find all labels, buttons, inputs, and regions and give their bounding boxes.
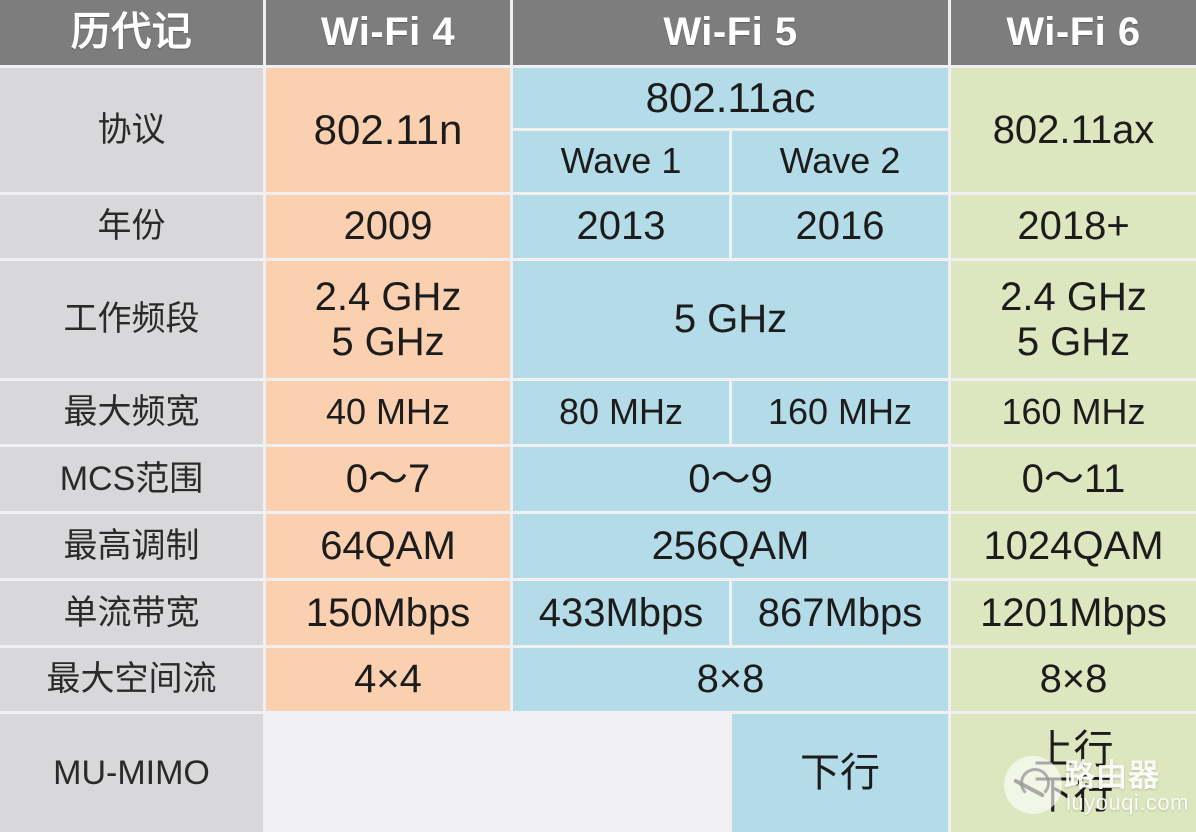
cell-max-modulation-wifi5: 256QAM	[513, 514, 948, 578]
cell-frequency-band-wifi4: 2.4 GHz 5 GHz	[266, 261, 510, 378]
row-label-frequency-band: 工作频段	[0, 261, 263, 378]
cell-year-wifi5-wave1: 2013	[513, 195, 729, 258]
row-label-max-bandwidth: 最大频宽	[0, 381, 263, 444]
cell-single-stream-wifi5-wave1: 433Mbps	[513, 581, 729, 645]
row-label-year: 年份	[0, 195, 263, 258]
cell-single-stream-wifi5-wave2: 867Mbps	[732, 581, 948, 645]
cell-max-bandwidth-wifi4: 40 MHz	[266, 381, 510, 444]
cell-mcs-range-wifi4: 0～7	[266, 447, 510, 511]
cell-protocol-wifi4: 802.11n	[266, 68, 510, 192]
cell-max-spatial-streams-wifi6: 8×8	[951, 648, 1196, 711]
cell-max-spatial-streams-wifi5: 8×8	[513, 648, 948, 711]
row-label-max-modulation: 最高调制	[0, 514, 263, 578]
row-label-single-stream-bandwidth: 单流带宽	[0, 581, 263, 645]
cell-max-spatial-streams-wifi4: 4×4	[266, 648, 510, 711]
cell-mu-mimo-wifi4	[266, 714, 510, 832]
cell-single-stream-wifi6: 1201Mbps	[951, 581, 1196, 645]
cell-max-bandwidth-wifi5-wave1: 80 MHz	[513, 381, 729, 444]
header-wifi5: Wi-Fi 5	[513, 0, 948, 65]
cell-mu-mimo-wifi6: 上行 下行	[951, 714, 1196, 832]
cell-mcs-range-wifi6: 0～11	[951, 447, 1196, 511]
cell-max-modulation-wifi4: 64QAM	[266, 514, 510, 578]
cell-mcs-range-wifi5: 0～9	[513, 447, 948, 511]
row-label-mcs-range: MCS范围	[0, 447, 263, 511]
row-label-protocol: 协议	[0, 68, 263, 192]
cell-frequency-band-wifi5: 5 GHz	[513, 261, 948, 378]
cell-max-modulation-wifi6: 1024QAM	[951, 514, 1196, 578]
cell-year-wifi5-wave2: 2016	[732, 195, 948, 258]
cell-single-stream-wifi4: 150Mbps	[266, 581, 510, 645]
header-wifi6: Wi-Fi 6	[951, 0, 1196, 65]
cell-protocol-wifi6: 802.11ax	[951, 68, 1196, 192]
cell-protocol-wifi5: 802.11ac	[513, 68, 948, 128]
header-wifi4: Wi-Fi 4	[266, 0, 510, 65]
cell-year-wifi6: 2018+	[951, 195, 1196, 258]
wifi-generation-comparison-table: 历代记 Wi-Fi 4 Wi-Fi 5 Wi-Fi 6 协议 802.11n 8…	[0, 0, 1196, 832]
cell-max-bandwidth-wifi6: 160 MHz	[951, 381, 1196, 444]
cell-mu-mimo-wifi5-wave2: 下行	[732, 714, 948, 832]
row-label-mu-mimo: MU-MIMO	[0, 714, 263, 832]
cell-protocol-wifi5-wave2: Wave 2	[732, 131, 948, 192]
cell-mu-mimo-wifi5-wave1	[513, 714, 729, 832]
cell-protocol-wifi5-wave1: Wave 1	[513, 131, 729, 192]
cell-frequency-band-wifi6: 2.4 GHz 5 GHz	[951, 261, 1196, 378]
cell-year-wifi4: 2009	[266, 195, 510, 258]
cell-max-bandwidth-wifi5-wave2: 160 MHz	[732, 381, 948, 444]
row-label-max-spatial-streams: 最大空间流	[0, 648, 263, 711]
header-row-label: 历代记	[0, 0, 263, 65]
